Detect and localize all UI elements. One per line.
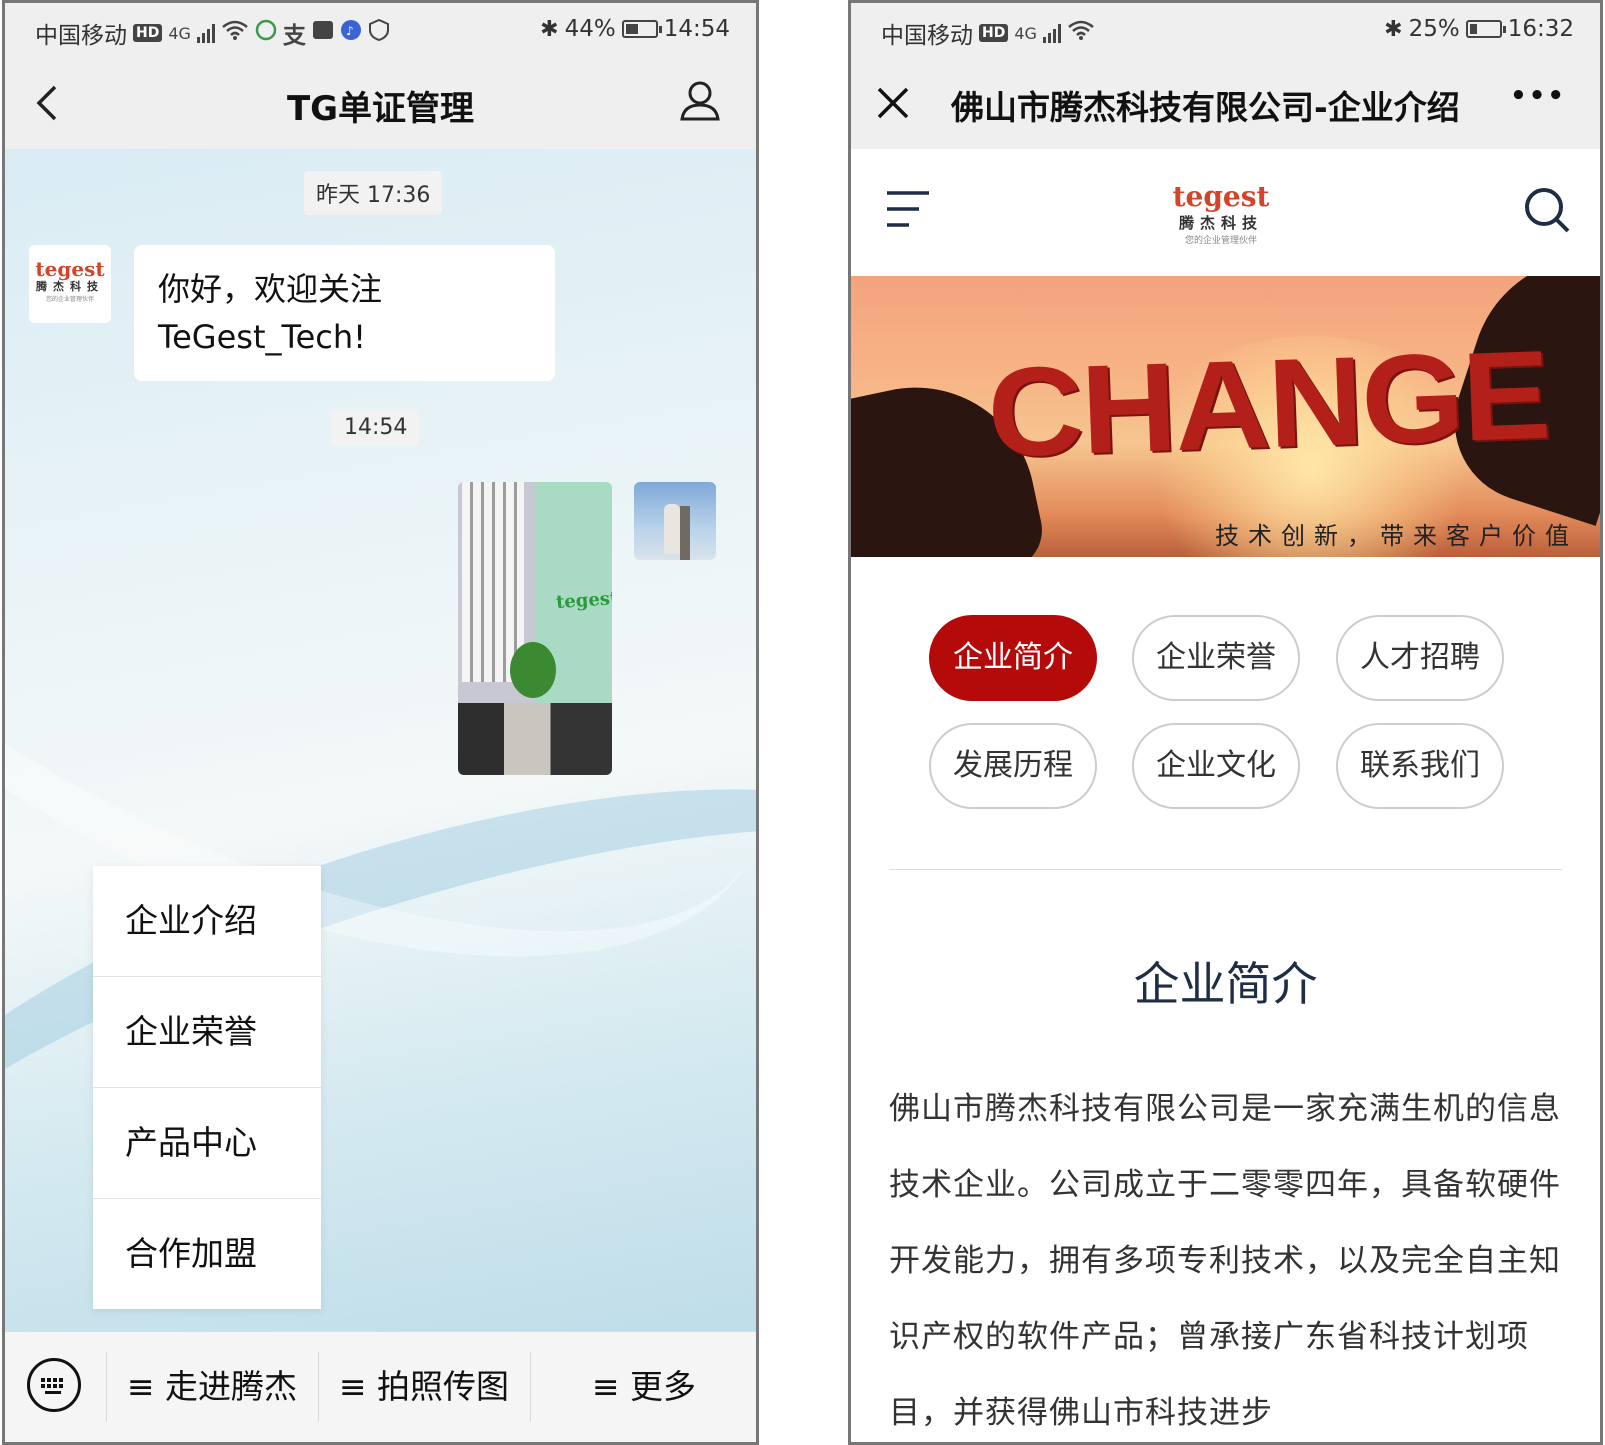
- music-icon: ♪: [340, 19, 362, 47]
- wifi-icon: [221, 19, 249, 47]
- signal-icon: [196, 23, 215, 43]
- battery-percent: 25%: [1408, 16, 1460, 42]
- popup-item-company-honors[interactable]: 企业荣誉: [93, 977, 321, 1088]
- tab-company-profile[interactable]: 企业简介: [929, 615, 1097, 701]
- banner-headline: CHANGE: [985, 323, 1551, 484]
- battery-icon: [621, 20, 662, 38]
- carrier-label: 中国移动: [881, 23, 973, 49]
- site-logo[interactable]: tegest 腾杰科技 您的企业管理伙伴: [1141, 183, 1301, 247]
- huawei-app-icon: [312, 20, 334, 46]
- section-title: 企业简介: [1133, 957, 1318, 1011]
- chat-navbar: TG单证管理: [5, 59, 756, 149]
- avatar-figure: [664, 504, 680, 554]
- app-notification-icon: [255, 19, 277, 47]
- photo-wall-logo: tegest: [555, 587, 612, 614]
- search-icon[interactable]: [1522, 185, 1572, 239]
- battery-fill: [1469, 24, 1477, 34]
- section-body-text: 佛山市腾杰科技有限公司是一家充满生机的信息技术企业。公司成立于二零零四年，具备软…: [889, 1091, 1561, 1431]
- webview-navbar: 佛山市腾杰科技有限公司-企业介绍 •••: [851, 59, 1600, 149]
- bluetooth-icon: ✱: [540, 16, 559, 42]
- network-type-label: 4G: [1014, 23, 1037, 43]
- keyboard-icon[interactable]: [27, 1358, 81, 1412]
- network-type-label: 4G: [168, 23, 191, 43]
- popup-item-partnership[interactable]: 合作加盟: [93, 1199, 321, 1309]
- photo-plant: [510, 642, 556, 698]
- webview-title: 佛山市腾杰科技有限公司-企业介绍: [951, 88, 1460, 127]
- bluetooth-icon: ✱: [1384, 16, 1403, 42]
- tab-contact-us[interactable]: 联系我们: [1336, 723, 1504, 809]
- logo-chinese-name: 腾杰科技: [1178, 214, 1263, 232]
- banner-caption: 技术创新，带来客户价值: [1215, 522, 1578, 550]
- signal-icon: [1042, 23, 1061, 43]
- photo-cabinet: [458, 703, 612, 775]
- hd-icon: HD: [133, 24, 163, 42]
- timestamp: 昨天 17:36: [304, 171, 443, 215]
- official-account-avatar[interactable]: tegest 腾杰科技 您的企业管理伙伴: [29, 245, 111, 323]
- battery-fill: [625, 24, 638, 34]
- site-header: tegest 腾杰科技 您的企业管理伙伴: [851, 149, 1600, 276]
- welcome-message-bubble[interactable]: 你好，欢迎关注 TeGest_Tech!: [134, 245, 555, 381]
- status-bar: 中国移动 HD 4G ✱ 25% 16:32: [851, 3, 1600, 59]
- menu-popup: 企业介绍 企业荣誉 产品中心 合作加盟: [93, 866, 321, 1309]
- timestamp: 14:54: [332, 409, 420, 446]
- battery-percent: 44%: [564, 16, 616, 42]
- clock: 16:32: [1507, 16, 1574, 42]
- close-icon[interactable]: [875, 85, 911, 125]
- popup-item-product-center[interactable]: 产品中心: [93, 1088, 321, 1199]
- sent-photo[interactable]: tegest: [458, 482, 612, 775]
- svg-text:♪: ♪: [346, 24, 354, 38]
- hamburger-menu-icon[interactable]: [885, 189, 931, 233]
- logo-wordmark: tegest: [1172, 180, 1270, 213]
- clock: 14:54: [663, 16, 730, 42]
- more-options-icon[interactable]: •••: [1510, 81, 1566, 111]
- logo-wordmark: tegest: [35, 257, 105, 281]
- battery-icon: [1465, 20, 1506, 38]
- status-bar: 中国移动 HD 4G 支 ♪ ✱ 44% 14:54: [5, 3, 756, 59]
- profile-icon[interactable]: [678, 79, 722, 127]
- tab-recruitment[interactable]: 人才招聘: [1336, 615, 1504, 701]
- hd-icon: HD: [979, 24, 1009, 42]
- phone-screen-company-site: 中国移动 HD 4G ✱ 25% 16:32 佛山市腾杰科技有限公司-企业介绍 …: [848, 0, 1603, 1445]
- phone-screen-wechat-chat: 中国移动 HD 4G 支 ♪ ✱ 44% 14:54 TG单证管理 昨天 17:…: [2, 0, 759, 1445]
- tab-history[interactable]: 发展历程: [929, 723, 1097, 809]
- wifi-icon: [1067, 19, 1095, 47]
- user-avatar[interactable]: [634, 482, 716, 560]
- menu-button-photo-upload[interactable]: ≡ 拍照传图: [319, 1332, 529, 1442]
- alipay-icon: 支: [282, 23, 306, 49]
- avatar-pillar: [680, 506, 690, 560]
- tab-company-culture[interactable]: 企业文化: [1132, 723, 1300, 809]
- logo-slogan: 您的企业管理伙伴: [45, 296, 94, 303]
- menu-button-about[interactable]: ≡ 走进腾杰: [107, 1332, 317, 1442]
- logo-slogan: 您的企业管理伙伴: [1184, 236, 1257, 246]
- bottom-menu-bar: ≡ 走进腾杰 ≡ 拍照传图 ≡ 更多: [5, 1331, 756, 1442]
- hero-banner[interactable]: CHANGE 技术创新，带来客户价值: [851, 276, 1600, 557]
- chat-title: TG单证管理: [286, 89, 475, 129]
- shield-icon: [368, 18, 390, 47]
- logo-chinese-name: 腾杰科技: [36, 280, 104, 293]
- popup-item-company-intro[interactable]: 企业介绍: [93, 866, 321, 977]
- menu-button-more[interactable]: ≡ 更多: [531, 1332, 756, 1442]
- tab-company-honors[interactable]: 企业荣誉: [1132, 615, 1300, 701]
- section-divider: [889, 869, 1562, 870]
- carrier-label: 中国移动: [35, 23, 127, 49]
